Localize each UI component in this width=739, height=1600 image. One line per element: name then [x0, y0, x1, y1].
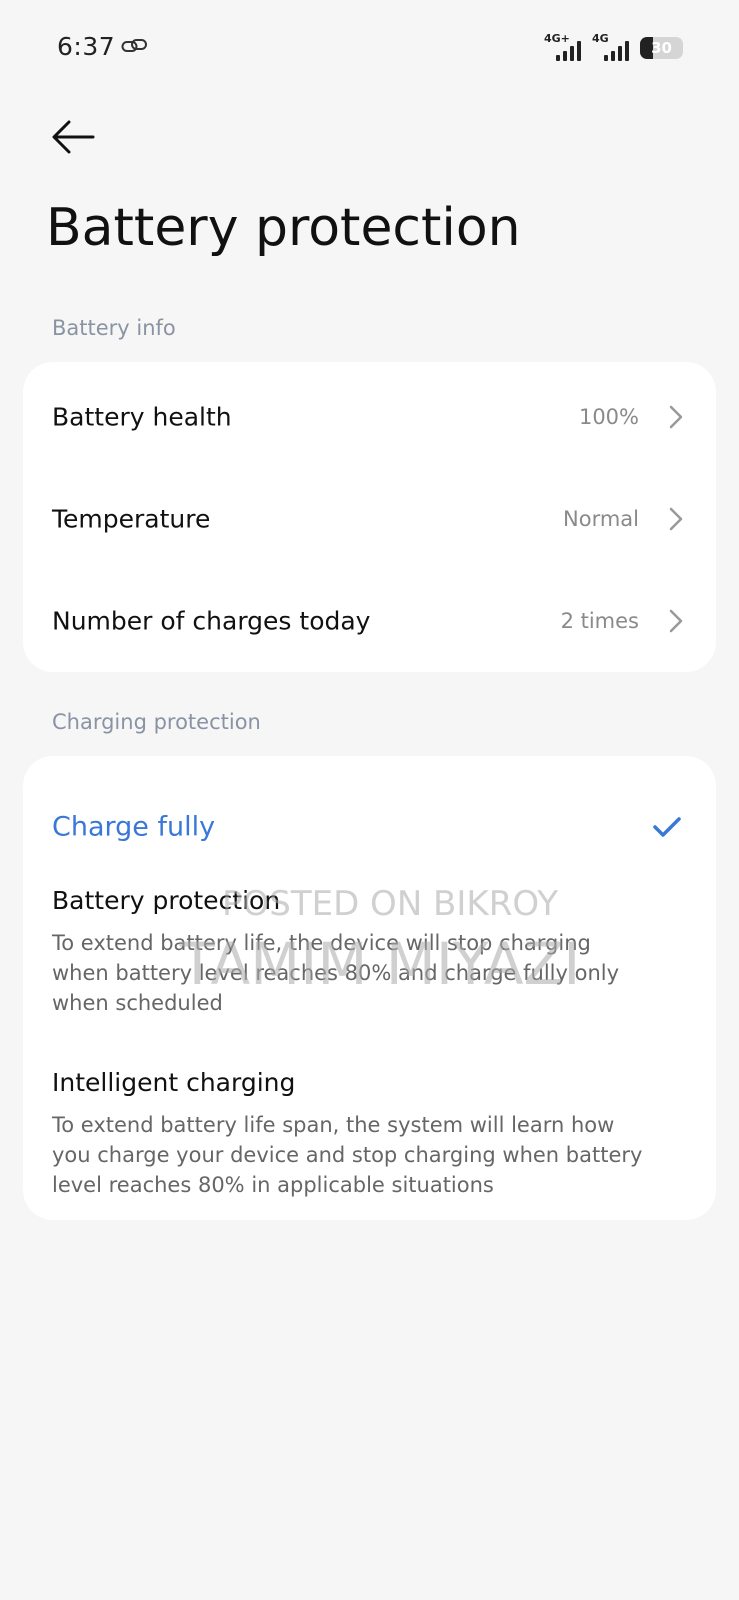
option-label: Intelligent charging: [52, 1068, 296, 1097]
option-intelligent-charging[interactable]: Intelligent charging To extend battery l…: [23, 1068, 716, 1208]
option-label: Charge fully: [52, 811, 216, 843]
row-value: Normal: [563, 507, 639, 531]
back-arrow-icon[interactable]: [49, 117, 97, 157]
section-label-charging-protection: Charging protection: [52, 710, 261, 734]
page-title: Battery protection: [46, 198, 521, 258]
signal-4gplus-icon: 4G+: [544, 32, 589, 62]
row-value: 2 times: [560, 609, 639, 633]
charges-today-row[interactable]: Number of charges today 2 times: [23, 576, 716, 666]
chevron-right-icon: [669, 405, 683, 429]
temperature-row[interactable]: Temperature Normal: [23, 474, 716, 564]
option-charge-fully[interactable]: Charge fully: [23, 779, 716, 875]
chevron-right-icon: [669, 609, 683, 633]
chevron-right-icon: [669, 507, 683, 531]
charging-protection-card: Charge fully Battery protection To exten…: [23, 756, 716, 1220]
status-time: 6:37: [57, 32, 116, 61]
option-description: To extend battery life, the device will …: [52, 931, 620, 1015]
battery-level: 30: [651, 39, 672, 57]
battery-icon: 30: [640, 37, 683, 59]
signal-4g-icon: 4G: [592, 32, 637, 62]
checkmark-icon: [653, 817, 681, 837]
battery-info-card: Battery health 100% Temperature Normal N…: [23, 362, 716, 672]
link-icon: [121, 39, 147, 52]
status-bar: 6:37 4G+ 4G 30: [0, 0, 739, 100]
battery-health-row[interactable]: Battery health 100%: [23, 372, 716, 462]
option-description: To extend battery life span, the system …: [52, 1113, 643, 1197]
row-label: Battery health: [52, 402, 232, 432]
row-label: Number of charges today: [52, 606, 371, 636]
option-label: Battery protection: [52, 886, 281, 915]
row-value: 100%: [578, 405, 639, 429]
row-label: Temperature: [52, 504, 211, 534]
option-battery-protection[interactable]: Battery protection To extend battery lif…: [23, 886, 716, 1026]
section-label-battery-info: Battery info: [52, 316, 176, 340]
